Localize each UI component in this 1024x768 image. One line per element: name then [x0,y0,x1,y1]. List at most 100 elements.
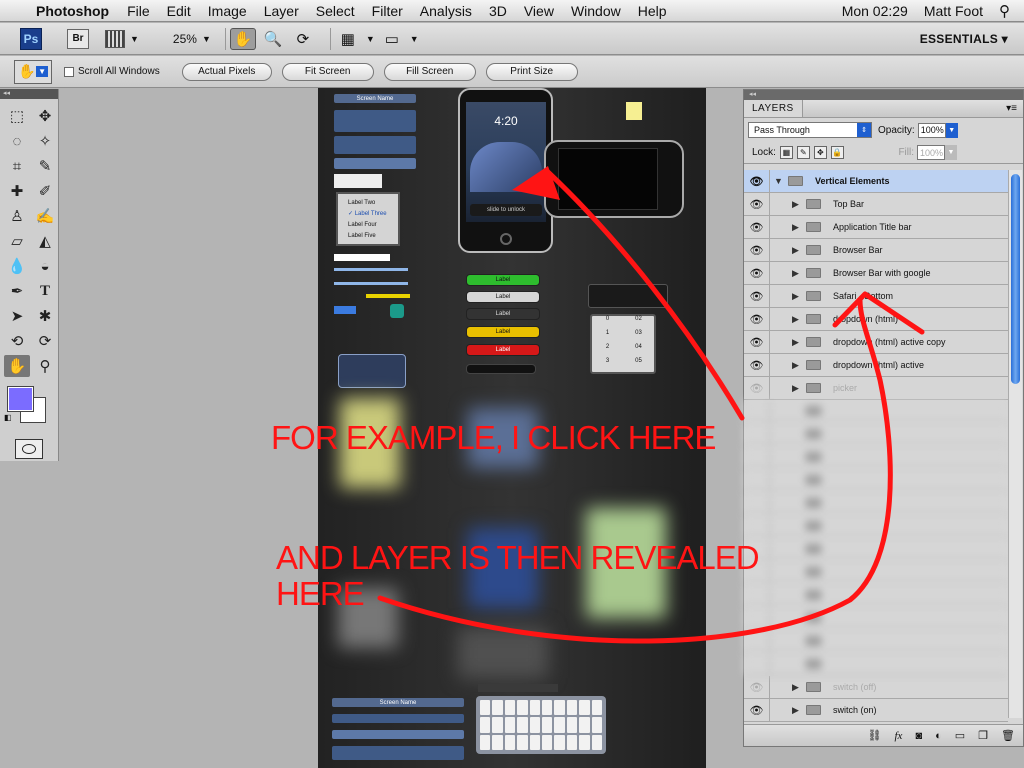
blurred-layer-row[interactable] [744,400,1008,423]
layer-row[interactable]: 👁 ▶ Browser Bar with google [744,262,1008,285]
eye-icon[interactable] [744,515,770,537]
blurred-layer-row[interactable] [744,561,1008,584]
lock-position-icon[interactable]: ✥ [813,146,827,159]
zoom-tool-icon[interactable]: ⚲ [32,355,58,377]
eye-icon[interactable] [744,400,770,422]
eye-icon[interactable]: 👁 [744,239,770,261]
move-tool-icon[interactable]: ✥ [32,105,58,127]
layer-row[interactable]: 👁 ▶ switch (on) [744,699,1008,722]
blur-tool-icon[interactable]: 💧 [4,255,30,277]
rotate-view-button[interactable]: ⟳ [290,28,316,50]
zoom-level[interactable]: 25% [173,32,197,46]
marquee-tool-icon[interactable]: ⬚ [4,105,30,127]
magic-wand-tool-icon[interactable]: ✧ [32,130,58,152]
new-layer-icon[interactable]: ❐ [978,729,988,742]
blurred-layer-row[interactable] [744,446,1008,469]
fill-input[interactable]: 100% [917,145,945,160]
disclosure-closed-icon[interactable]: ▶ [792,705,806,716]
disclosure-closed-icon[interactable]: ▶ [792,383,806,394]
disclosure-closed-icon[interactable]: ▶ [792,314,806,325]
print-size-button[interactable]: Print Size [485,62,578,81]
blurred-layer-row[interactable] [744,423,1008,446]
fill-screen-button[interactable]: Fill Screen [383,62,476,81]
blurred-layer-row[interactable] [744,584,1008,607]
eye-icon[interactable] [744,630,770,652]
menu-file[interactable]: File [127,3,150,19]
custom-shape-tool-icon[interactable]: ✱ [32,305,58,327]
menu-window[interactable]: Window [571,3,621,19]
menu-select[interactable]: Select [316,3,355,19]
default-colors-icon[interactable]: ◧ [4,413,12,422]
layer-list[interactable]: 👁 ▼ Vertical Elements 👁 ▶ Top Bar 👁 ▶ Applic… [744,170,1008,722]
new-group-icon[interactable]: ▭ [955,729,965,742]
foreground-color-swatch[interactable] [7,386,34,412]
blurred-layer-row[interactable] [744,492,1008,515]
menu-analysis[interactable]: Analysis [420,3,472,19]
disclosure-open-icon[interactable]: ▼ [774,176,788,186]
eraser-tool-icon[interactable]: ▱ [4,230,30,252]
checkbox-box[interactable] [64,66,74,77]
disclosure-closed-icon[interactable]: ▶ [792,337,806,348]
eye-icon[interactable]: 👁 [744,216,770,238]
scroll-all-windows-checkbox[interactable]: Scroll All Windows [64,66,160,77]
disclosure-closed-icon[interactable]: ▶ [792,199,806,210]
scrollbar-thumb[interactable] [1011,174,1020,384]
chevron-down-icon[interactable]: ▼ [945,122,958,138]
layer-row[interactable]: 👁 ▶ dropdown (html) active [744,354,1008,377]
chevron-down-icon[interactable]: ▼ [945,145,957,160]
layer-row[interactable]: 👁 ▶ Safari - Bottom [744,285,1008,308]
disclosure-closed-icon[interactable]: ▶ [792,245,806,256]
arrange-documents-button[interactable]: ▦ [335,28,361,50]
layer-row[interactable]: 👁 ▶ Application Title bar [744,216,1008,239]
disclosure-closed-icon[interactable]: ▶ [792,291,806,302]
eye-icon[interactable] [744,469,770,491]
workspace-switcher[interactable]: ESSENTIALS ▾ [920,32,1008,46]
path-selection-tool-icon[interactable]: ➤ [4,305,30,327]
type-tool-icon[interactable]: T [32,280,58,302]
user-name[interactable]: Matt Foot [924,3,983,19]
launch-bridge-button[interactable]: Br [67,28,89,49]
eye-icon[interactable]: 👁 [744,193,770,215]
layers-scrollbar[interactable] [1008,170,1022,718]
lock-pixels-icon[interactable]: ✎ [796,146,810,159]
quick-mask-button[interactable] [15,439,43,459]
layer-group-vertical-elements[interactable]: 👁 ▼ Vertical Elements [744,170,1008,193]
eye-icon[interactable]: 👁 [744,262,770,284]
disclosure-closed-icon[interactable]: ▶ [792,682,806,693]
eye-icon[interactable]: 👁 [744,331,770,353]
zoom-tool-button[interactable]: 🔍 [260,28,286,50]
screen-mode-button[interactable]: ▭ [379,28,405,50]
brush-tool-icon[interactable]: ✐ [32,180,58,202]
hand-tool-icon[interactable]: ✋ [4,355,30,377]
fit-screen-button[interactable]: Fit Screen [281,62,374,81]
eye-icon[interactable] [744,584,770,606]
hand-tool-button[interactable]: ✋ [229,27,256,50]
menu-layer[interactable]: Layer [264,3,299,19]
eye-icon[interactable]: 👁 [744,308,770,330]
tab-layers[interactable]: LAYERS [744,100,803,117]
spotlight-search-icon[interactable]: ⚲ [999,2,1010,20]
blurred-layer-row[interactable] [744,630,1008,653]
lasso-tool-icon[interactable]: ◌ [4,130,30,152]
eye-icon[interactable] [744,607,770,629]
eye-icon[interactable]: 👁 [744,676,770,698]
blurred-layer-row[interactable] [744,515,1008,538]
tool-preset-picker[interactable]: ✋ ▼ [14,59,52,84]
blend-mode-select[interactable]: Pass Through ⇕ [748,122,872,138]
lock-all-icon[interactable]: 🔒 [830,146,844,159]
disclosure-closed-icon[interactable]: ▶ [792,360,806,371]
chevron-down-icon[interactable]: ▼ [202,34,211,44]
history-brush-tool-icon[interactable]: ✍ [32,205,58,227]
blurred-layer-row[interactable] [744,538,1008,561]
eye-icon[interactable] [744,492,770,514]
menu-3d[interactable]: 3D [489,3,507,19]
layer-row[interactable]: 👁 ▶ picker [744,377,1008,400]
layer-row[interactable]: 👁 ▶ dropdown (html) [744,308,1008,331]
blurred-layer-row[interactable] [744,653,1008,676]
clone-stamp-tool-icon[interactable]: ♙ [4,205,30,227]
3d-orbit-tool-icon[interactable]: ⟳ [32,330,58,352]
eye-icon[interactable]: 👁 [744,285,770,307]
eye-icon[interactable]: 👁 [744,377,770,399]
menu-filter[interactable]: Filter [372,3,403,19]
menu-view[interactable]: View [524,3,554,19]
